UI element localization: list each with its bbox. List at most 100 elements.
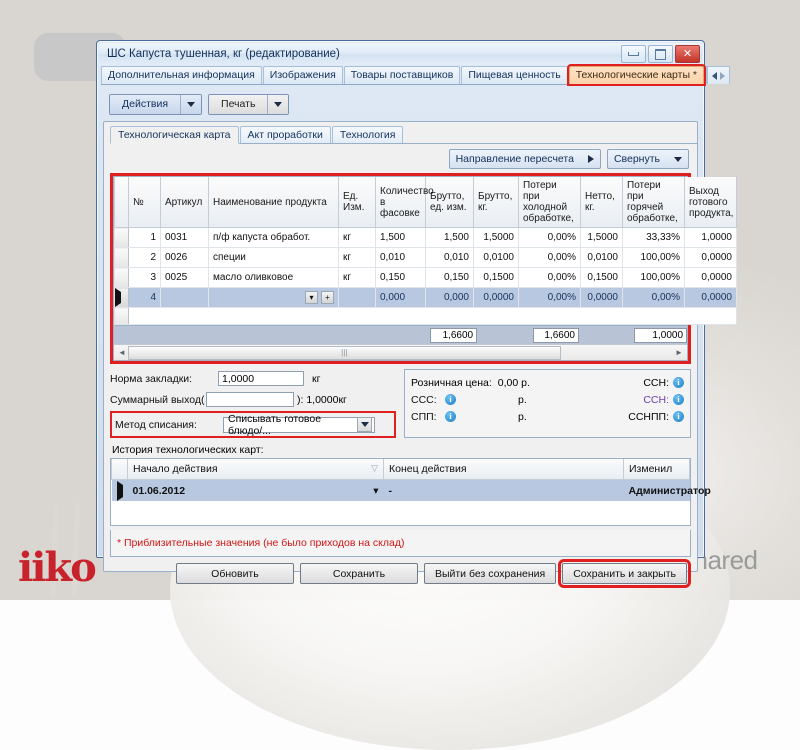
col-brutto-kg[interactable]: Брутто, кг. bbox=[473, 177, 519, 228]
recalc-direction-button[interactable]: Направление пересчета bbox=[448, 149, 601, 169]
cell-pack[interactable]: 0,000 bbox=[375, 287, 426, 308]
cell-unit[interactable]: кг bbox=[338, 247, 376, 268]
cell-brutto-kg[interactable]: 0,1500 bbox=[473, 267, 519, 288]
cell-hot-loss[interactable]: 33,33% bbox=[622, 227, 685, 248]
history-date-dropdown-icon[interactable]: ▾ bbox=[373, 485, 378, 497]
cell-netto[interactable]: 0,1500 bbox=[580, 267, 623, 288]
tab-additional-info[interactable]: Дополнительная информация bbox=[101, 66, 262, 84]
scroll-left-icon[interactable]: ◄ bbox=[116, 347, 128, 359]
history-col-end[interactable]: Конец действия bbox=[383, 459, 624, 480]
col-pack-quantity[interactable]: Количество в фасовке bbox=[375, 177, 434, 228]
col-cold-loss[interactable]: Потери при холодной обработке, bbox=[518, 177, 581, 228]
cell-pack[interactable]: 1,500 bbox=[375, 227, 426, 248]
scroll-right-icon[interactable]: ► bbox=[673, 347, 685, 359]
cell-brutto-kg[interactable]: 1,5000 bbox=[473, 227, 519, 248]
select-dropdown-arrow[interactable] bbox=[357, 417, 372, 432]
cell-yield[interactable]: 1,0000 bbox=[684, 227, 737, 248]
info-icon[interactable]: i bbox=[445, 411, 456, 422]
cell-product-name[interactable]: п/ф капуста обработ. bbox=[208, 227, 339, 248]
cell-article[interactable]: 0026 bbox=[160, 247, 209, 268]
history-cell-changed-by[interactable]: Администратор bbox=[623, 479, 711, 501]
actions-dropdown-arrow[interactable] bbox=[180, 94, 202, 114]
cell-no[interactable]: 1 bbox=[128, 227, 161, 248]
tab-images[interactable]: Изображения bbox=[262, 66, 343, 84]
scroll-thumb[interactable]: ||| bbox=[128, 345, 561, 360]
info-icon[interactable]: i bbox=[673, 377, 684, 388]
row-marker-cell[interactable] bbox=[114, 247, 129, 268]
row-marker-cell[interactable] bbox=[114, 267, 129, 288]
cell-article[interactable] bbox=[160, 287, 209, 308]
cell-no[interactable]: 2 bbox=[128, 247, 161, 268]
cell-netto[interactable]: 1,5000 bbox=[580, 227, 623, 248]
cell-yield[interactable]: 0,0000 bbox=[684, 287, 737, 308]
cell-unit[interactable]: кг bbox=[338, 227, 376, 248]
scroll-track[interactable]: ||| bbox=[128, 345, 673, 360]
tab-nutritional-value[interactable]: Пищевая ценность bbox=[461, 66, 568, 84]
col-article[interactable]: Артикул bbox=[160, 177, 209, 228]
cell-brutto-unit[interactable]: 0,150 bbox=[425, 267, 474, 288]
exit-without-saving-button[interactable]: Выйти без сохранения bbox=[423, 563, 557, 584]
tab-scroll-right-icon[interactable] bbox=[720, 71, 726, 80]
cell-brutto-unit[interactable]: 0,010 bbox=[425, 247, 474, 268]
tab-scroll-controls[interactable] bbox=[707, 66, 731, 84]
writeoff-method-select[interactable]: Списывать готовое блюдо/... bbox=[223, 413, 375, 437]
cell-no[interactable]: 4 bbox=[128, 287, 161, 308]
product-picker-buttons[interactable]: ▾ + bbox=[305, 291, 334, 304]
cell-hot-loss[interactable]: 100,00% bbox=[622, 267, 685, 288]
col-brutto-unit[interactable]: Брутто, ед. изм. bbox=[425, 177, 474, 228]
cell-product-name[interactable]: ▾ + bbox=[208, 287, 339, 308]
dropdown-icon[interactable]: ▾ bbox=[305, 291, 318, 304]
grid-horizontal-scrollbar[interactable]: ◄ ||| ► bbox=[114, 344, 687, 360]
col-netto[interactable]: Нетто, кг. bbox=[580, 177, 623, 228]
norm-input[interactable]: 1,0000 bbox=[218, 371, 304, 386]
print-dropdown-arrow[interactable] bbox=[267, 94, 289, 114]
add-icon[interactable]: + bbox=[321, 291, 334, 304]
table-row[interactable]: 2 0026 специи кг 0,010 0,010 0,0100 0,00… bbox=[114, 247, 737, 268]
close-button[interactable]: ✕ bbox=[675, 45, 700, 63]
ssn2-label[interactable]: ССН: bbox=[643, 394, 669, 406]
cell-cold-loss[interactable]: 0,00% bbox=[518, 267, 581, 288]
cell-brutto-kg[interactable]: 0,0100 bbox=[473, 247, 519, 268]
table-row[interactable]: 1 0031 п/ф капуста обработ. кг 1,500 1,5… bbox=[114, 227, 737, 248]
save-button[interactable]: Сохранить bbox=[299, 563, 418, 584]
cell-hot-loss[interactable]: 100,00% bbox=[622, 247, 685, 268]
col-product-name[interactable]: Наименование продукта bbox=[208, 177, 339, 228]
actions-button[interactable]: Действия bbox=[109, 93, 203, 115]
minimize-button[interactable] bbox=[621, 45, 646, 63]
tab-scroll-left-icon[interactable] bbox=[712, 71, 718, 80]
cell-netto[interactable]: 0,0100 bbox=[580, 247, 623, 268]
table-row[interactable]: 3 0025 масло оливковое кг 0,150 0,150 0,… bbox=[114, 267, 737, 288]
cell-yield[interactable]: 0,0000 bbox=[684, 267, 737, 288]
subtab-technology[interactable]: Технология bbox=[331, 126, 404, 143]
col-unit[interactable]: Ед. Изм. bbox=[338, 177, 376, 228]
history-col-start[interactable]: Начало действия ▽ bbox=[127, 459, 384, 480]
table-row-new[interactable]: 4 ▾ + 0,000 0,000 0,0000 0,00% 0,0000 0,… bbox=[114, 287, 737, 308]
save-and-close-button[interactable]: Сохранить и закрыть bbox=[558, 559, 691, 588]
cell-cold-loss[interactable]: 0,00% bbox=[518, 287, 581, 308]
col-yield[interactable]: Выход готового продукта, bbox=[684, 177, 737, 228]
print-button[interactable]: Печать bbox=[208, 93, 290, 115]
cell-no[interactable]: 3 bbox=[128, 267, 161, 288]
refresh-button[interactable]: Обновить bbox=[175, 563, 294, 584]
cell-brutto-unit[interactable]: 0,000 bbox=[425, 287, 474, 308]
subtab-technological-card[interactable]: Технологическая карта bbox=[110, 126, 239, 144]
row-marker-cell[interactable] bbox=[114, 227, 129, 248]
cell-brutto-kg[interactable]: 0,0000 bbox=[473, 287, 519, 308]
cell-yield[interactable]: 0,0000 bbox=[684, 247, 737, 268]
info-icon[interactable]: i bbox=[673, 394, 684, 405]
maximize-button[interactable] bbox=[648, 45, 673, 63]
col-no[interactable]: № bbox=[128, 177, 161, 228]
cell-article[interactable]: 0025 bbox=[160, 267, 209, 288]
info-icon[interactable]: i bbox=[673, 411, 684, 422]
cell-netto[interactable]: 0,0000 bbox=[580, 287, 623, 308]
cell-product-name[interactable]: масло оливковое bbox=[208, 267, 339, 288]
cell-product-name[interactable]: специи bbox=[208, 247, 339, 268]
cell-cold-loss[interactable]: 0,00% bbox=[518, 227, 581, 248]
cell-hot-loss[interactable]: 0,00% bbox=[622, 287, 685, 308]
col-hot-loss[interactable]: Потери при горячей обработке, bbox=[622, 177, 685, 228]
cell-brutto-unit[interactable]: 1,500 bbox=[425, 227, 474, 248]
cell-pack[interactable]: 0,010 bbox=[375, 247, 426, 268]
cell-cold-loss[interactable]: 0,00% bbox=[518, 247, 581, 268]
subtab-processing-act[interactable]: Акт проработки bbox=[239, 126, 331, 143]
history-cell-end[interactable]: - bbox=[383, 479, 624, 501]
